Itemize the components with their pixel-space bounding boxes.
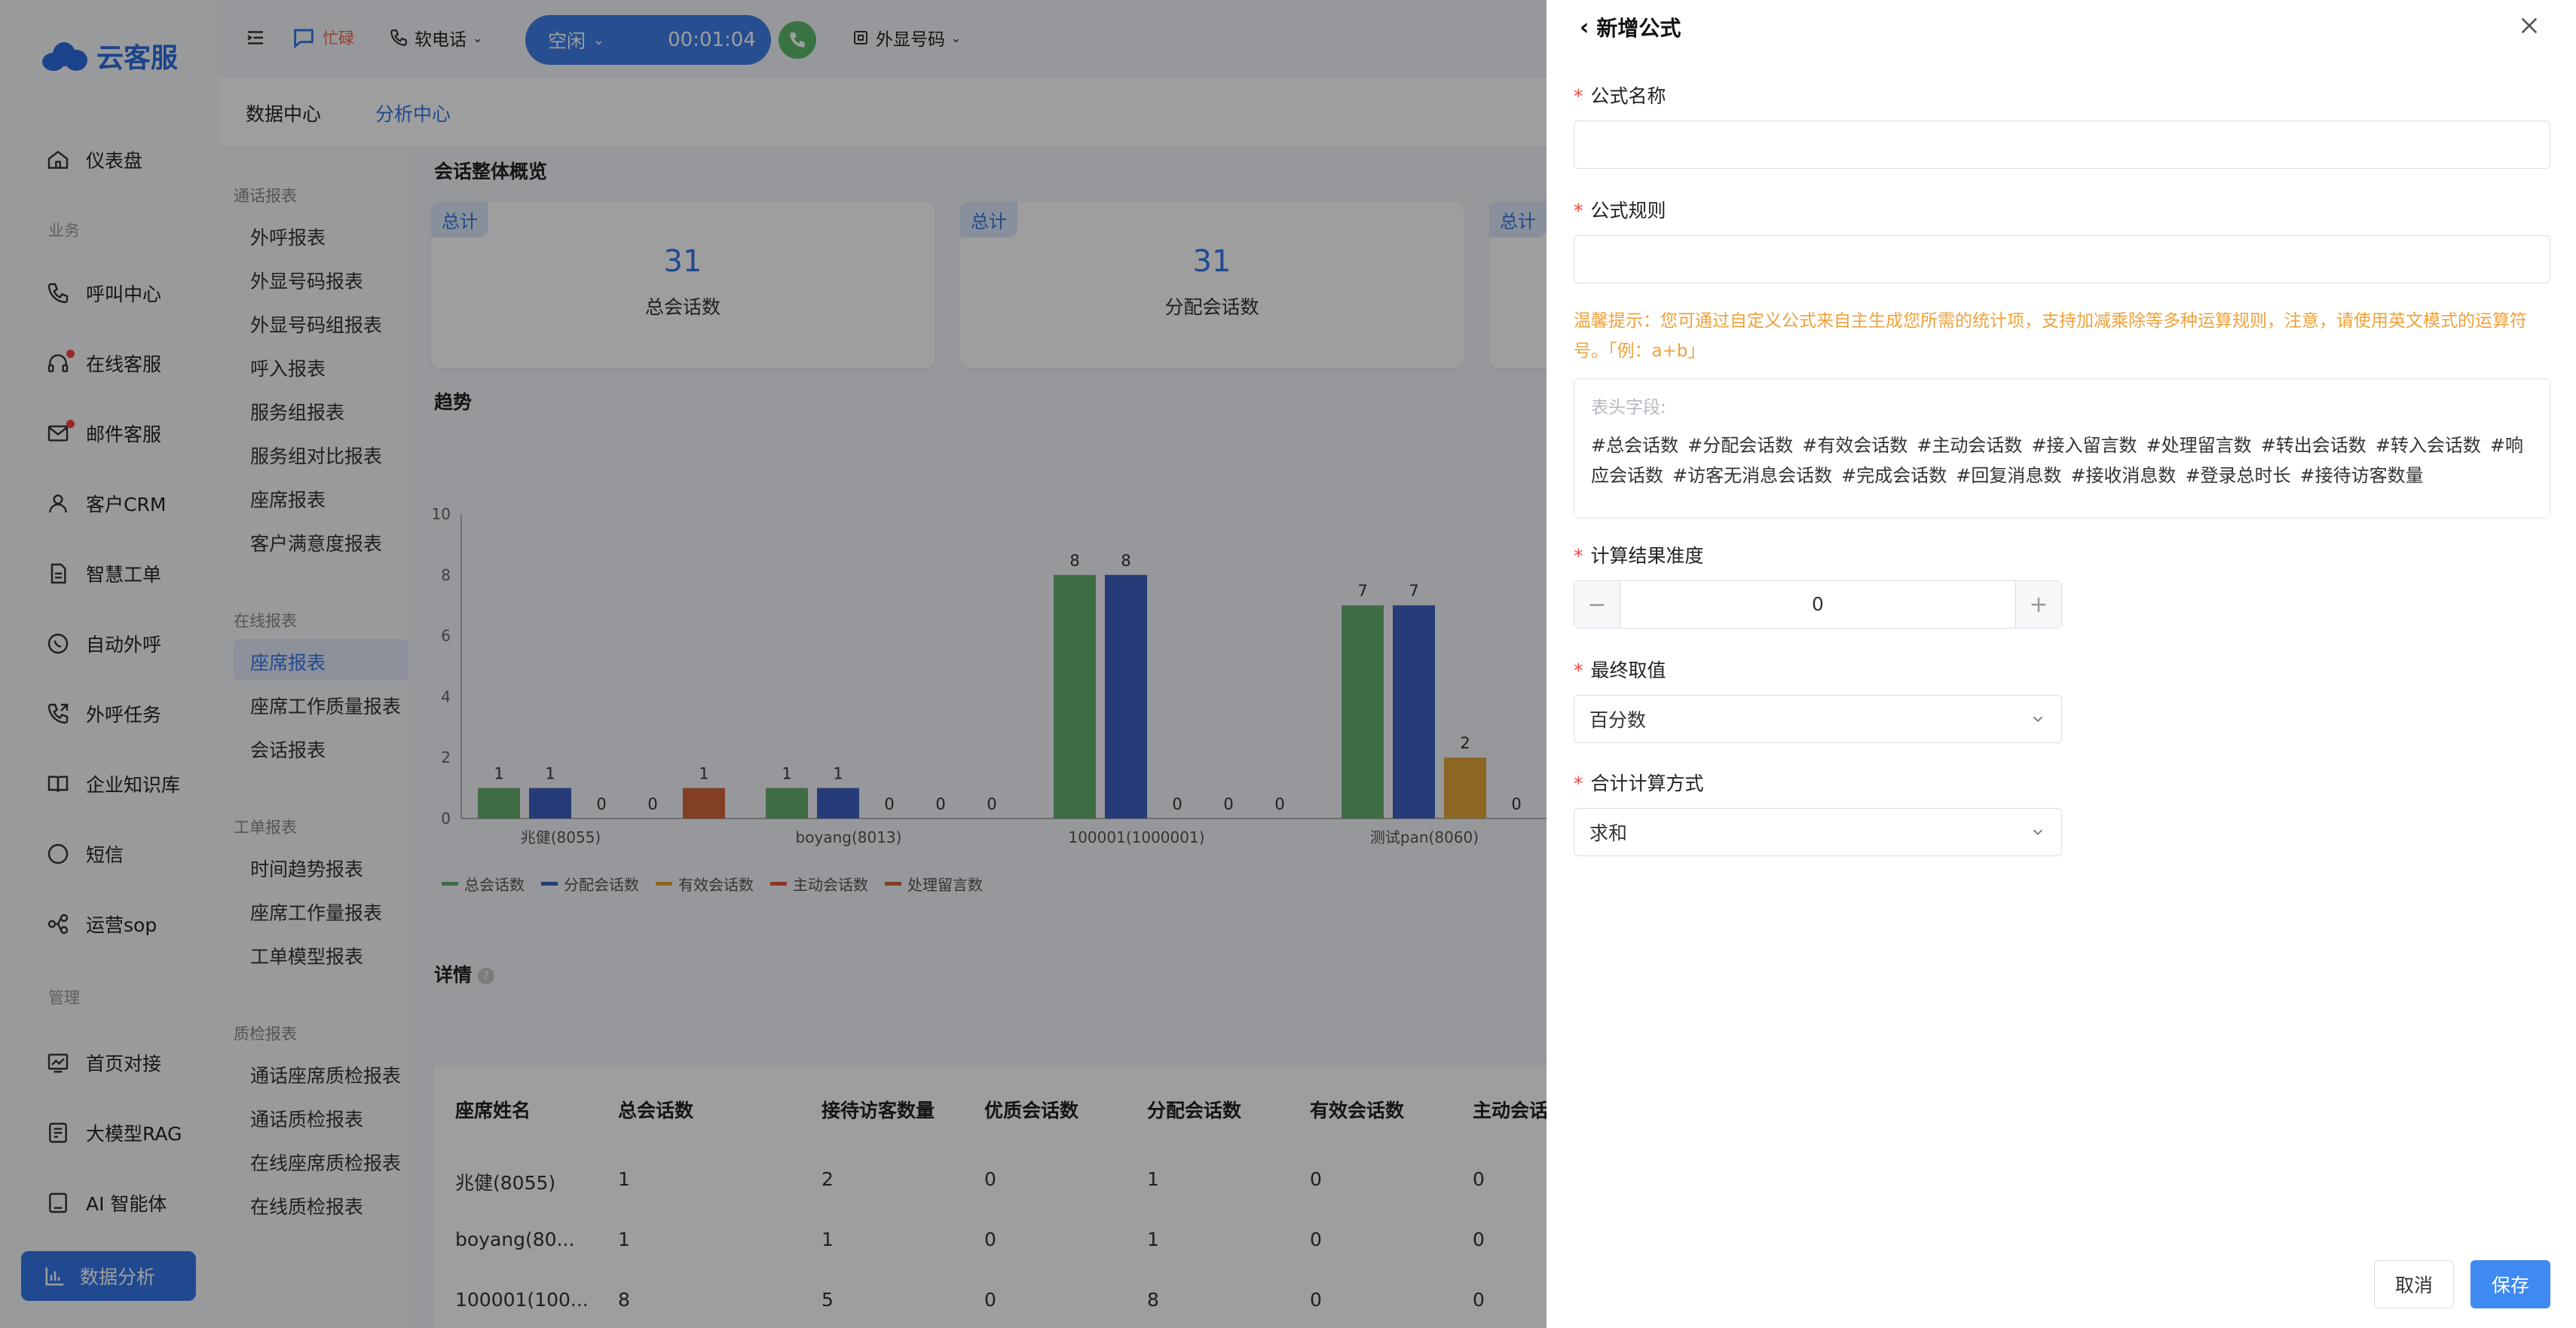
precision-label-text: 计算结果准度 [1590, 545, 1704, 567]
header-field-tag[interactable]: #接待访客数量 [2300, 465, 2424, 486]
formula-name-label: * 公式名称 [1574, 85, 1666, 107]
minus-icon[interactable]: − [1574, 581, 1620, 628]
final-value-select[interactable]: 百分数 [1574, 695, 2062, 743]
formula-name-input[interactable] [1574, 121, 2550, 169]
final-value-label: * 最终取值 [1574, 659, 1666, 681]
header-field-tag[interactable]: #接入留言数 [2031, 435, 2137, 456]
cancel-button[interactable]: 取消 [2374, 1260, 2454, 1308]
drawer-title[interactable]: ‹ 新增公式 [1580, 12, 1681, 42]
sum-method-select[interactable]: 求和 [1574, 808, 2062, 856]
formula-rule-label: * 公式规则 [1574, 200, 1666, 222]
header-field-tag[interactable]: #完成会话数 [1841, 465, 1947, 486]
close-icon[interactable] [2517, 14, 2541, 38]
final-value-selected: 百分数 [1589, 709, 1647, 731]
sum-method-label-text: 合计计算方式 [1590, 773, 1704, 794]
formula-rule-label-text: 公式规则 [1590, 200, 1666, 222]
header-field-tag[interactable]: #有效会话数 [1802, 435, 1908, 456]
add-formula-drawer: ‹ 新增公式 * 公式名称 * 公式规则 温馨提示：您可通过自定义公式来自主生成您所… [1547, 0, 2576, 1328]
precision-label: * 计算结果准度 [1574, 545, 1704, 567]
precision-stepper: − 0 + [1574, 580, 2062, 629]
header-field-tag[interactable]: #分配会话数 [1687, 435, 1793, 456]
header-field-tag[interactable]: #转入会话数 [2376, 435, 2481, 456]
fields-placeholder: 表头字段: [1591, 398, 1666, 418]
sum-method-label: * 合计计算方式 [1574, 773, 1704, 794]
header-field-tag[interactable]: #总会话数 [1591, 435, 1678, 456]
chevron-left-icon: ‹ [1580, 14, 1589, 41]
plus-icon[interactable]: + [2016, 581, 2061, 628]
final-value-label-text: 最终取值 [1590, 659, 1666, 681]
chevron-down-icon [2033, 829, 2043, 836]
save-button[interactable]: 保存 [2470, 1260, 2550, 1308]
header-field-tag[interactable]: #接收消息数 [2070, 465, 2176, 486]
formula-name-label-text: 公式名称 [1590, 85, 1666, 107]
header-field-tag[interactable]: #处理留言数 [2146, 435, 2252, 456]
sum-method-selected: 求和 [1589, 822, 1628, 844]
fields-list: #总会话数 #分配会话数 #有效会话数 #主动会话数 #接入留言数 #处理留言数 #转出会话… [1591, 430, 2533, 491]
formula-rule-input[interactable] [1574, 235, 2550, 283]
header-field-tag[interactable]: #主动会话数 [1917, 435, 2022, 456]
chevron-down-icon [2033, 716, 2043, 723]
header-field-tag[interactable]: #登录总时长 [2185, 465, 2290, 486]
header-field-tag[interactable]: #转出会话数 [2261, 435, 2366, 456]
formula-tip: 温馨提示：您可通过自定义公式来自主生成您所需的统计项，支持加减乘除等多种运算规则… [1574, 311, 2527, 361]
drawer-title-text: 新增公式 [1596, 16, 1681, 41]
header-fields-box: 表头字段: #总会话数 #分配会话数 #有效会话数 #主动会话数 #接入留言数 #处理留言… [1574, 378, 2550, 519]
header-field-tag[interactable]: #回复消息数 [1956, 465, 2061, 486]
precision-value[interactable]: 0 [1620, 581, 2016, 628]
header-field-tag[interactable]: #访客无消息会话数 [1672, 465, 1832, 486]
